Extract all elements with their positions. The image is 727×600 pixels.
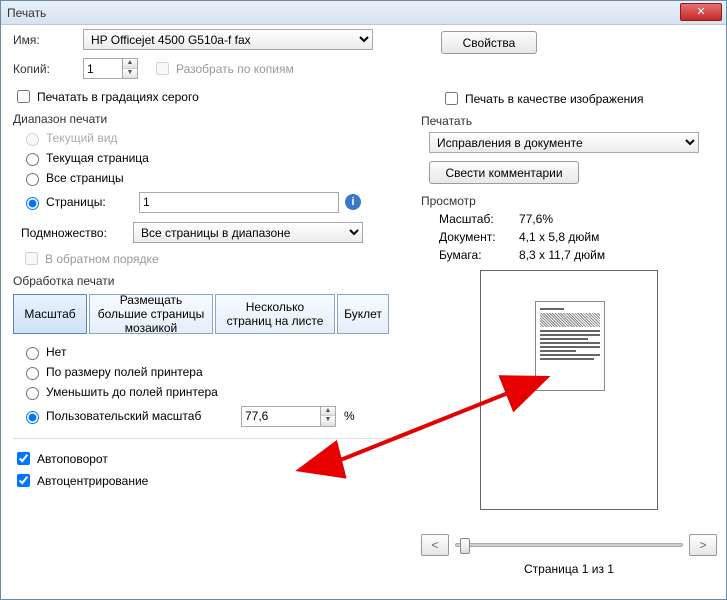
autocenter-checkbox[interactable]: Автоцентрирование <box>13 471 411 490</box>
percent-label: % <box>344 409 355 423</box>
paper-value: 8,3 x 11,7 дюйм <box>519 248 717 262</box>
radio-pages[interactable]: Страницы: <box>21 194 139 210</box>
copies-spinner[interactable]: ▲▼ <box>123 58 138 79</box>
left-panel: Имя: HP Officejet 4500 G510a-f fax Копий… <box>13 29 411 493</box>
page-slider[interactable] <box>455 543 683 547</box>
range-title: Диапазон печати <box>13 112 411 126</box>
subset-select[interactable]: Все страницы в диапазоне <box>133 222 363 243</box>
print-what-select[interactable]: Исправления в документе <box>429 132 699 153</box>
radio-current-view: Текущий вид <box>21 130 411 146</box>
slider-thumb[interactable] <box>460 538 470 554</box>
preview-frame <box>480 270 658 510</box>
window-title: Печать <box>7 6 46 20</box>
radio-current-page[interactable]: Текущая страница <box>21 150 411 166</box>
zoom-value: 77,6% <box>519 212 717 226</box>
doc-label: Документ: <box>439 230 519 244</box>
doc-value: 4,1 x 5,8 дюйм <box>519 230 717 244</box>
print-as-image-checkbox[interactable]: Печать в качестве изображения <box>441 89 717 108</box>
pages-input[interactable] <box>139 192 339 213</box>
tab-multi[interactable]: Несколько страниц на листе <box>215 294 335 334</box>
copies-input[interactable] <box>83 58 123 79</box>
printer-select[interactable]: HP Officejet 4500 G510a-f fax <box>83 29 373 50</box>
name-label: Имя: <box>13 33 83 47</box>
print-what-title: Печатать <box>421 114 717 128</box>
tab-scale[interactable]: Масштаб <box>13 294 87 334</box>
radio-scale-custom[interactable]: Пользовательский масштаб <box>21 408 241 424</box>
next-page-button[interactable]: > <box>689 534 717 556</box>
flatten-button[interactable]: Свести комментарии <box>429 161 579 184</box>
tab-booklet[interactable]: Буклет <box>337 294 389 334</box>
radio-scale-shrink[interactable]: Уменьшить до полей принтера <box>21 384 411 400</box>
zoom-label: Масштаб: <box>439 212 519 226</box>
properties-button[interactable]: Свойства <box>441 31 537 54</box>
info-icon[interactable]: i <box>345 194 361 210</box>
autorotate-checkbox[interactable]: Автоповорот <box>13 449 411 468</box>
grayscale-checkbox[interactable]: Печатать в градациях серого <box>13 87 411 106</box>
preview-title: Просмотр <box>421 194 717 208</box>
print-dialog: Печать ✕ Имя: HP Officejet 4500 G510a-f … <box>0 0 727 600</box>
paper-label: Бумага: <box>439 248 519 262</box>
close-button[interactable]: ✕ <box>680 3 722 21</box>
right-panel: Свойства Печать в качестве изображения П… <box>421 29 717 576</box>
subset-label: Подмножество: <box>21 226 133 240</box>
handling-title: Обработка печати <box>13 274 411 288</box>
radio-scale-none[interactable]: Нет <box>21 344 411 360</box>
collate-checkbox: Разобрать по копиям <box>152 59 294 78</box>
copies-label: Копий: <box>13 62 83 76</box>
radio-scale-fit[interactable]: По размеру полей принтера <box>21 364 411 380</box>
scale-spinner[interactable]: ▲▼ <box>321 406 336 427</box>
tab-tile[interactable]: Размещать большие страницы мозаикой <box>89 294 213 334</box>
titlebar: Печать ✕ <box>1 1 726 25</box>
prev-page-button[interactable]: < <box>421 534 449 556</box>
page-indicator: Страница 1 из 1 <box>421 562 717 576</box>
custom-scale-input[interactable] <box>241 406 321 427</box>
reverse-checkbox: В обратном порядке <box>21 249 411 268</box>
radio-all-pages[interactable]: Все страницы <box>21 170 411 186</box>
preview-page <box>535 301 605 391</box>
